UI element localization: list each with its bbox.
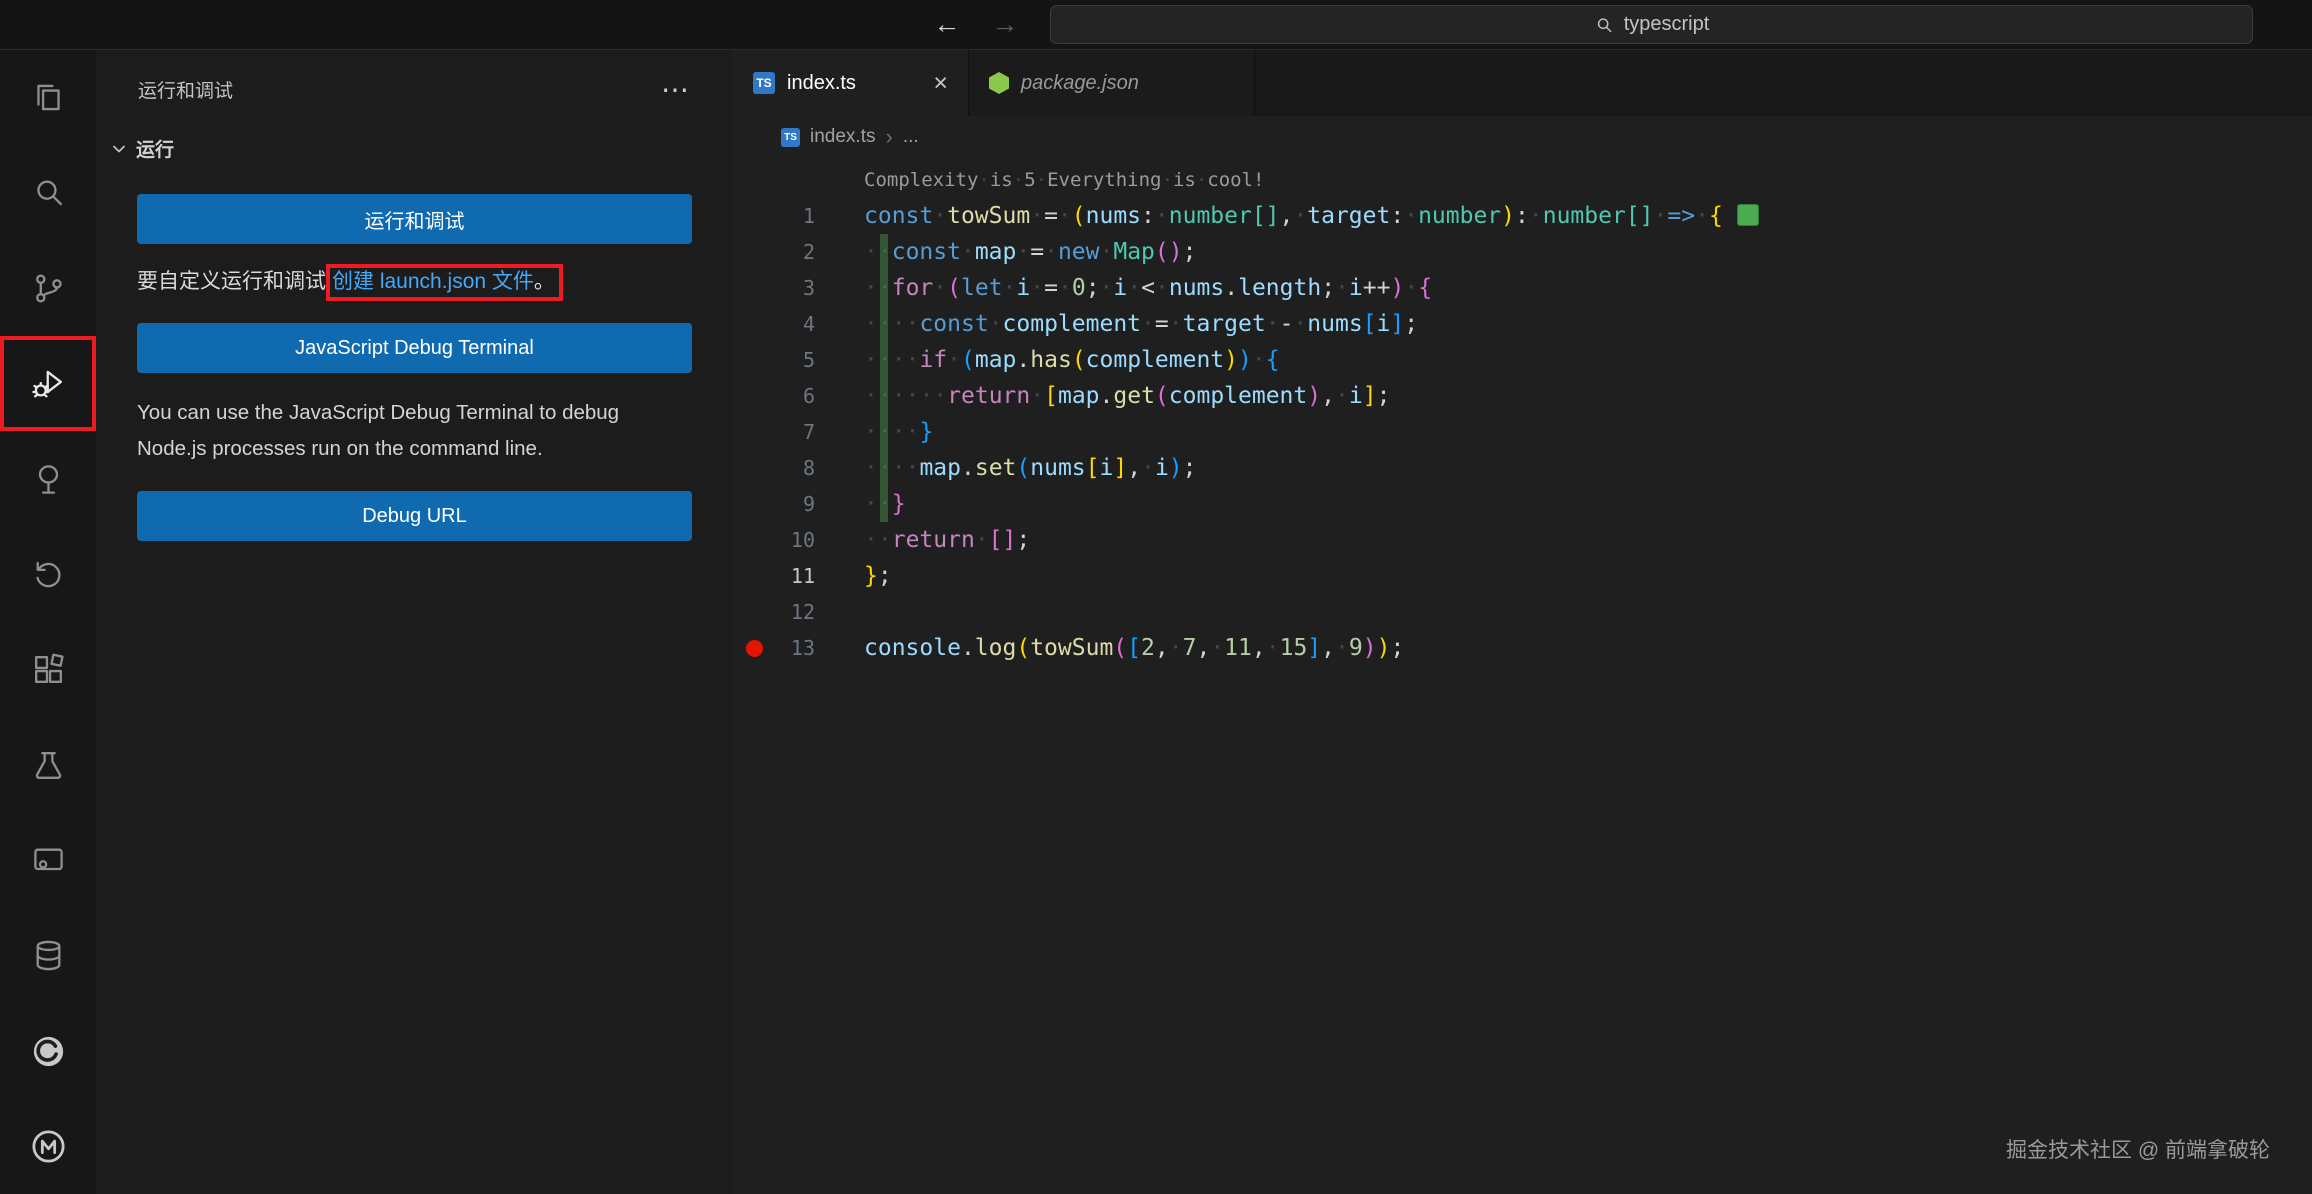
code-line[interactable]: 8····map.set(nums[i],·i); — [733, 450, 2312, 486]
code-area[interactable]: Complexity·is·5·Everything·is·cool!1cons… — [733, 158, 2312, 1194]
activity-history[interactable] — [0, 527, 96, 622]
tab-index-ts[interactable]: TS index.ts × — [733, 50, 969, 116]
code-line[interactable]: 3··for·(let·i·=·0;·i·<·nums.length;·i++)… — [733, 270, 2312, 306]
activity-run-debug[interactable] — [0, 336, 96, 431]
code-line[interactable]: 6······return·[map.get(complement),·i]; — [733, 378, 2312, 414]
search-icon — [30, 174, 67, 211]
tab-package-json[interactable]: package.json — [969, 50, 1255, 116]
sidebar-title: 运行和调试 — [138, 76, 233, 103]
code-line[interactable]: 9··} — [733, 486, 2312, 522]
line-number[interactable]: 2 — [733, 234, 815, 270]
extensions-icon — [30, 651, 67, 688]
annotation-box-link: 创建 launch.json 文件。 — [326, 264, 563, 301]
line-number[interactable]: 4 — [733, 306, 815, 342]
customize-hint: 要自定义运行和调试创建 launch.json 文件。 — [137, 265, 692, 299]
line-number[interactable]: 1 — [733, 198, 815, 234]
run-debug-sidebar: 运行和调试 ⋯ 运行 运行和调试 要自定义运行和调试创建 launch.json… — [96, 50, 733, 1194]
customize-prefix: 要自定义运行和调试 — [137, 270, 326, 293]
breadcrumb-separator-icon: › — [885, 124, 892, 150]
typescript-file-icon: TS — [753, 72, 775, 94]
watermark: 掘金技术社区 @ 前端拿破轮 — [2006, 1134, 2270, 1164]
close-icon[interactable]: × — [933, 71, 948, 96]
tab-bar: TS index.ts × package.json — [733, 50, 2312, 116]
activity-extensions[interactable] — [0, 622, 96, 717]
line-number[interactable]: 8 — [733, 450, 815, 486]
line-number[interactable]: 11 — [733, 558, 815, 594]
activity-remote-screen[interactable] — [0, 813, 96, 908]
js-debug-terminal-button[interactable]: JavaScript Debug Terminal — [137, 323, 692, 373]
indent-highlight-bar — [880, 234, 888, 522]
activity-source-control[interactable] — [0, 241, 96, 336]
customize-suffix: 。 — [534, 270, 555, 293]
files-icon — [30, 79, 67, 116]
line-number[interactable]: 12 — [733, 594, 815, 630]
tree-icon — [30, 461, 67, 498]
chevron-down-icon — [110, 140, 128, 158]
nav-back-button[interactable]: ← — [925, 6, 969, 42]
circle-logo-icon — [30, 1033, 67, 1070]
code-line[interactable]: 1const·towSum·=·(nums:·number[],·target:… — [733, 198, 2312, 234]
activity-search[interactable] — [0, 145, 96, 240]
line-number[interactable]: 13 — [733, 630, 815, 666]
m-logo-icon — [30, 1128, 67, 1165]
run-and-debug-button[interactable]: 运行和调试 — [137, 194, 692, 244]
title-bar: ← → typescript — [0, 0, 2312, 50]
code-line[interactable]: 11}; — [733, 558, 2312, 594]
history-circle-icon — [30, 556, 67, 593]
search-value: typescript — [1624, 13, 1710, 36]
code-line[interactable]: 7····} — [733, 414, 2312, 450]
editor-group: TS index.ts × package.json TS index.ts ›… — [733, 50, 2312, 1194]
create-launch-json-link[interactable]: 创建 launch.json 文件 — [332, 270, 534, 293]
line-number[interactable]: 9 — [733, 486, 815, 522]
codelens-row: Complexity·is·5·Everything·is·cool! — [733, 162, 2312, 198]
line-number[interactable]: 3 — [733, 270, 815, 306]
code-line[interactable]: 13console.log(towSum([2,·7,·11,·15],·9))… — [733, 630, 2312, 666]
section-run-label: 运行 — [136, 135, 174, 162]
activity-tree[interactable] — [0, 431, 96, 526]
line-number[interactable]: 10 — [733, 522, 815, 558]
command-center-search[interactable]: typescript — [1050, 5, 2253, 44]
section-run[interactable]: 运行 — [96, 103, 733, 162]
line-number[interactable]: 5 — [733, 342, 815, 378]
more-actions-icon[interactable]: ⋯ — [661, 80, 689, 100]
nav-forward-button[interactable]: → — [983, 6, 1027, 42]
tab-label: index.ts — [787, 72, 856, 95]
complexity-indicator — [1737, 204, 1759, 226]
activity-testing[interactable] — [0, 717, 96, 812]
code-line[interactable]: 2··const·map·=·new·Map(); — [733, 234, 2312, 270]
run-debug-icon — [30, 365, 67, 402]
line-number[interactable] — [733, 162, 815, 198]
remote-screen-icon — [30, 842, 67, 879]
activity-bar — [0, 50, 96, 1194]
beaker-icon — [30, 747, 67, 784]
breakpoint-icon[interactable] — [746, 640, 763, 657]
activity-m-logo[interactable] — [0, 1099, 96, 1194]
typescript-file-icon: TS — [781, 128, 800, 147]
breadcrumb-file[interactable]: index.ts — [810, 126, 875, 148]
activity-circle-logo[interactable] — [0, 1003, 96, 1098]
line-number[interactable]: 7 — [733, 414, 815, 450]
debug-url-button[interactable]: Debug URL — [137, 491, 692, 541]
code-line[interactable]: 10··return·[]; — [733, 522, 2312, 558]
database-icon — [30, 937, 67, 974]
activity-explorer[interactable] — [0, 50, 96, 145]
line-number[interactable]: 6 — [733, 378, 815, 414]
activity-database[interactable] — [0, 908, 96, 1003]
tab-label: package.json — [1021, 72, 1139, 95]
search-icon — [1594, 15, 1614, 35]
breadcrumb-symbol[interactable]: ... — [903, 126, 919, 148]
code-line[interactable]: 4····const·complement·=·target·-·nums[i]… — [733, 306, 2312, 342]
js-debug-description: You can use the JavaScript Debug Termina… — [137, 395, 692, 467]
code-line[interactable]: 12 — [733, 594, 2312, 630]
npm-icon — [989, 72, 1009, 94]
source-control-icon — [30, 270, 67, 307]
code-line[interactable]: 5····if·(map.has(complement))·{ — [733, 342, 2312, 378]
breadcrumb: TS index.ts › ... — [733, 116, 2312, 158]
